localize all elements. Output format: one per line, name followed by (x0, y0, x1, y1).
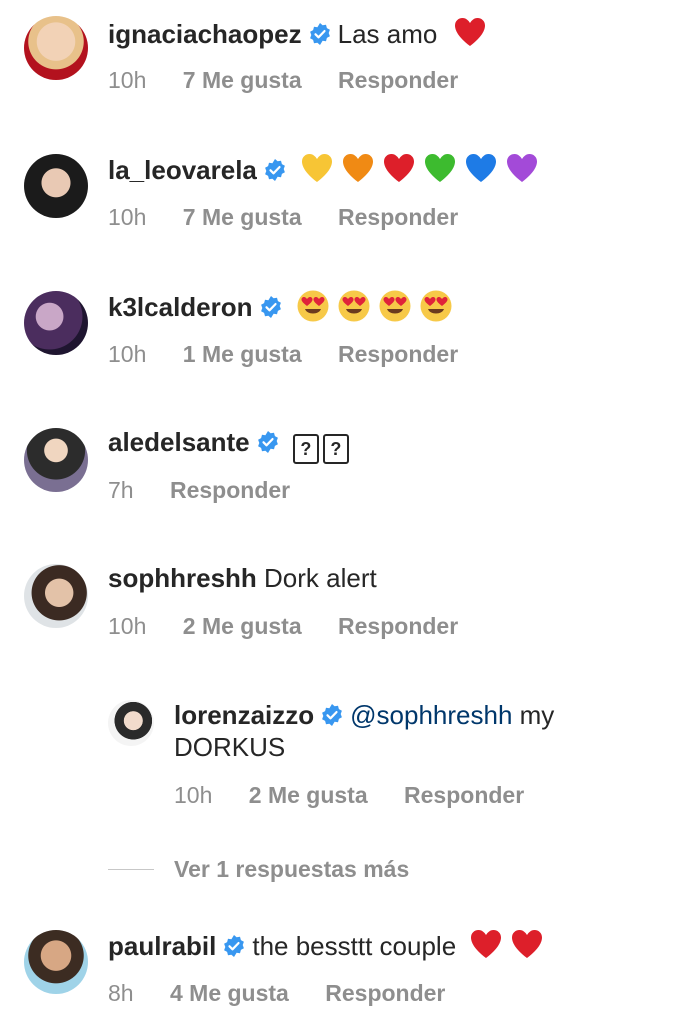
timestamp: 10h (108, 204, 147, 230)
red-heart-icon (510, 928, 544, 962)
red-heart-icon (469, 928, 503, 962)
verified-icon (256, 430, 280, 454)
verified-icon (222, 934, 246, 958)
likes-count[interactable]: 4 Me gusta (170, 980, 289, 1006)
replies-divider-line (108, 869, 154, 870)
reply-button[interactable]: Responder (404, 782, 524, 808)
comment-text: Las amo (337, 19, 438, 49)
timestamp: 10h (108, 341, 147, 367)
likes-count[interactable]: 1 Me gusta (183, 341, 302, 367)
orange-heart-icon (341, 152, 375, 186)
username[interactable]: aledelsante (108, 427, 250, 457)
unknown-glyph-icon: ? (292, 434, 319, 464)
mention-link[interactable]: @sophhreshh (350, 700, 512, 730)
avatar[interactable] (24, 291, 88, 355)
purple-heart-icon (505, 152, 539, 186)
reply-button[interactable]: Responder (338, 204, 458, 230)
avatar[interactable] (24, 16, 88, 80)
reply-button[interactable]: Responder (338, 67, 458, 93)
timestamp: 10h (108, 67, 147, 93)
timestamp: 7h (108, 477, 134, 503)
timestamp: 8h (108, 980, 134, 1006)
comment-text-continued: DORKUS (174, 732, 286, 762)
reply-button[interactable]: Responder (170, 477, 290, 503)
avatar[interactable] (24, 930, 88, 994)
reply-button[interactable]: Responder (338, 341, 458, 367)
username[interactable]: la_leovarela (108, 155, 257, 185)
comment-text: the bessttt couple (252, 931, 457, 961)
heart-eyes-icon (419, 289, 453, 323)
reply-button[interactable]: Responder (338, 613, 458, 639)
timestamp: 10h (174, 782, 213, 808)
username[interactable]: ignaciachaopez (108, 19, 302, 49)
username[interactable]: sophhreshh (108, 563, 257, 593)
verified-icon (308, 22, 332, 46)
red-heart-icon (453, 16, 487, 50)
username[interactable]: lorenzaizzo (174, 700, 314, 730)
green-heart-icon (423, 152, 457, 186)
username[interactable]: k3lcalderon (108, 292, 253, 322)
blue-heart-icon (464, 152, 498, 186)
verified-icon (259, 295, 283, 319)
heart-eyes-icon (337, 289, 371, 323)
likes-count[interactable]: 7 Me gusta (183, 67, 302, 93)
avatar[interactable] (24, 428, 88, 492)
reply-button[interactable]: Responder (325, 980, 445, 1006)
comment-text: Dork alert (264, 563, 377, 593)
likes-count[interactable]: 7 Me gusta (183, 204, 302, 230)
heart-eyes-icon (378, 289, 412, 323)
avatar[interactable] (108, 700, 154, 746)
comment-text: my (512, 700, 555, 730)
likes-count[interactable]: 2 Me gusta (183, 613, 302, 639)
heart-eyes-icon (296, 289, 330, 323)
avatar[interactable] (24, 564, 88, 628)
view-more-replies-button[interactable]: Ver 1 respuestas más (174, 855, 409, 883)
verified-icon (320, 703, 344, 727)
unknown-glyph-icon: ? (322, 434, 349, 464)
verified-icon (263, 158, 287, 182)
likes-count[interactable]: 2 Me gusta (249, 782, 368, 808)
avatar[interactable] (24, 154, 88, 218)
username[interactable]: paulrabil (108, 931, 216, 961)
timestamp: 10h (108, 613, 147, 639)
red-heart-icon (382, 152, 416, 186)
yellow-heart-icon (300, 152, 334, 186)
